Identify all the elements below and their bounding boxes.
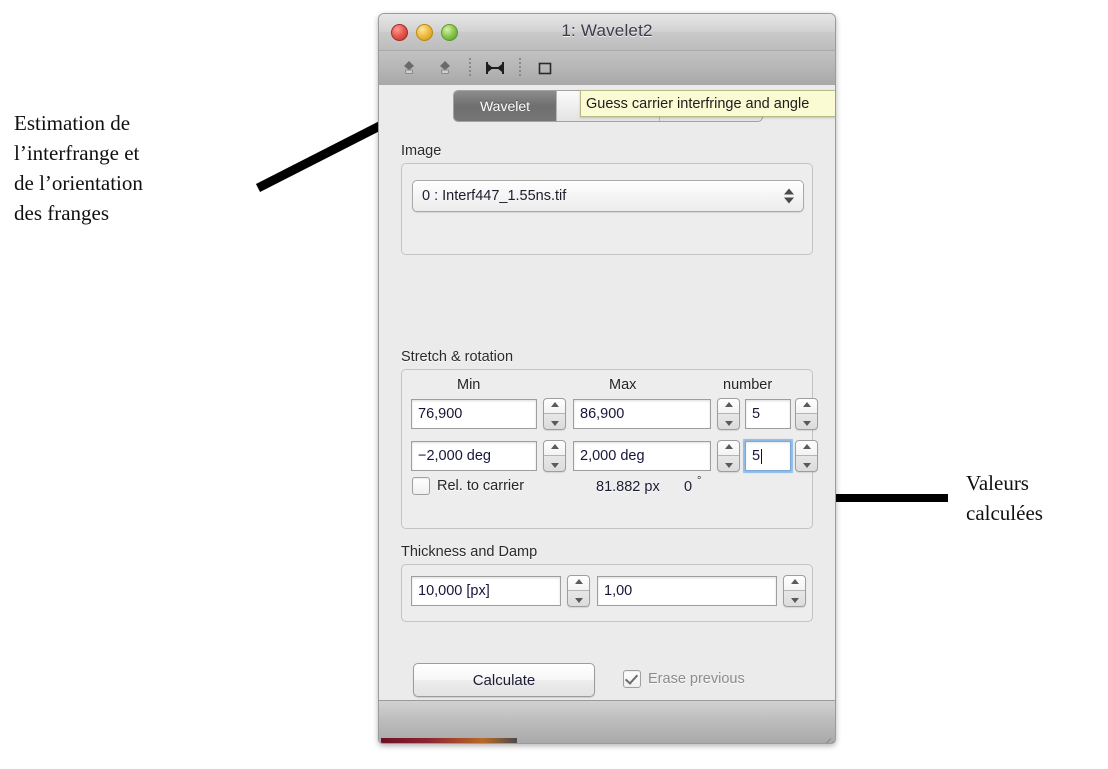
angle-number-input[interactable]: 5 xyxy=(743,439,793,473)
damp-value: 1,00 xyxy=(604,583,633,599)
computed-angle-value: 0 xyxy=(684,479,693,495)
scale-number-input[interactable]: 5 xyxy=(745,399,791,429)
shade-tool-1-icon[interactable] xyxy=(391,55,427,81)
window-titlebar: 1: Wavelet2 xyxy=(379,14,835,51)
tab-wavelet[interactable]: Wavelet xyxy=(454,91,557,121)
computed-interfringe-value: 81.882 px xyxy=(596,479,660,495)
image-group: Image 0 : Interf447_1.55ns.tif xyxy=(401,143,813,255)
scale-max-stepper[interactable] xyxy=(717,398,740,430)
damp-stepper[interactable] xyxy=(783,575,806,607)
erase-previous-checkbox[interactable] xyxy=(623,670,641,688)
stretch-rotation-group: Stretch & rotation Min Max number 76,900… xyxy=(401,349,818,529)
angle-min-value: −2,000 deg xyxy=(418,448,491,464)
image-select-value: 0 : Interf447_1.55ns.tif xyxy=(422,188,567,204)
stretch-group-title: Stretch & rotation xyxy=(401,349,514,365)
tab-bar: Wavelet Unwrap Subtract Guess carrier in… xyxy=(453,90,835,122)
erase-previous-label: Erase previous xyxy=(648,671,745,687)
shade-tool-2-icon[interactable] xyxy=(427,55,463,81)
image-group-title: Image xyxy=(401,143,442,159)
column-header-max: Max xyxy=(609,377,637,393)
window-toolbar xyxy=(379,51,835,86)
scale-max-input[interactable]: 86,900 xyxy=(573,399,711,429)
scale-min-input[interactable]: 76,900 xyxy=(411,399,537,429)
scale-number-value: 5 xyxy=(752,406,761,422)
toolbar-separator-2-icon xyxy=(513,57,527,79)
computed-angle-unit: ° xyxy=(697,475,702,487)
angle-min-input[interactable]: −2,000 deg xyxy=(411,441,537,471)
rectangle-tool-icon[interactable] xyxy=(527,55,563,81)
window-content: Wavelet Unwrap Subtract Guess carrier in… xyxy=(379,85,835,701)
scale-min-value: 76,900 xyxy=(418,406,463,422)
window-title: 1: Wavelet2 xyxy=(561,21,653,40)
wavelet2-window: 1: Wavelet2 Wavelet Guess carrier interf… xyxy=(378,13,836,744)
window-bottom-bar xyxy=(379,700,835,743)
background-window-edge xyxy=(381,738,517,743)
damp-input[interactable]: 1,00 xyxy=(597,576,777,606)
scale-max-value: 86,900 xyxy=(580,406,625,422)
scale-number-stepper[interactable] xyxy=(795,398,818,430)
guess-carrier-button[interactable] xyxy=(477,55,513,81)
annotation-right-text: Valeurs calculées xyxy=(966,471,1043,525)
thickness-value: 10,000 [px] xyxy=(418,583,490,599)
tooltip-guess-carrier: Guess carrier interfringe and angle xyxy=(580,90,835,117)
calculate-button[interactable]: Calculate xyxy=(413,663,595,697)
image-select[interactable]: 0 : Interf447_1.55ns.tif xyxy=(412,180,804,212)
column-header-min: Min xyxy=(457,377,481,393)
column-header-number: number xyxy=(723,377,773,393)
thickness-group-title: Thickness and Damp xyxy=(401,544,538,560)
scale-min-stepper[interactable] xyxy=(543,398,566,430)
angle-number-value: 5 xyxy=(752,448,761,464)
thickness-stepper[interactable] xyxy=(567,575,590,607)
angle-max-stepper[interactable] xyxy=(717,440,740,472)
erase-previous-checkbox-row[interactable]: Erase previous xyxy=(623,670,745,688)
rel-to-carrier-checkbox-row[interactable]: Rel. to carrier xyxy=(412,477,524,495)
toolbar-separator-1-icon xyxy=(463,57,477,79)
angle-min-stepper[interactable] xyxy=(543,440,566,472)
angle-max-value: 2,000 deg xyxy=(580,448,645,464)
angle-max-input[interactable]: 2,000 deg xyxy=(573,441,711,471)
resize-grip[interactable] xyxy=(817,725,835,743)
rel-to-carrier-checkbox[interactable] xyxy=(412,477,430,495)
thickness-input[interactable]: 10,000 [px] xyxy=(411,576,561,606)
rel-to-carrier-label: Rel. to carrier xyxy=(437,478,525,494)
angle-number-stepper[interactable] xyxy=(795,440,818,472)
thickness-damp-group: Thickness and Damp 10,000 [px] 1,00 xyxy=(401,544,813,622)
annotation-left-text: Estimation de l’interfrange et de l’orie… xyxy=(14,111,143,225)
chevron-updown-icon xyxy=(784,188,794,204)
